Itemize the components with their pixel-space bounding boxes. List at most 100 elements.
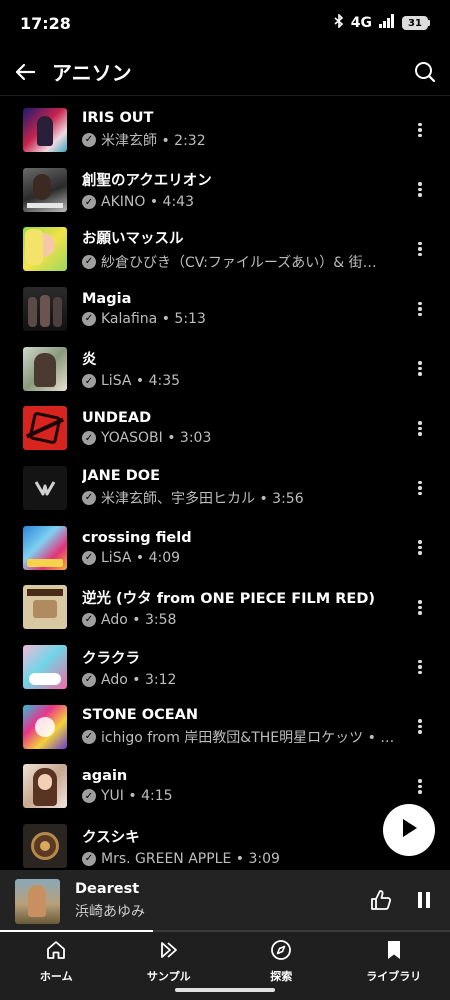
more-options-icon[interactable] [412,299,428,319]
verified-check-icon: ✓ [82,729,96,744]
verified-check-icon: ✓ [82,431,96,446]
home-indicator [175,988,275,992]
status-icons: 4G 31 [334,13,430,32]
track-subtitle: LiSA • 4:35 [101,373,181,390]
nav-label: ホーム [39,970,73,983]
track-row[interactable]: 創聖のアクエリオン ✓ AKINO • 4:43 [0,160,450,220]
album-art [23,107,67,152]
track-subtitle: 米津玄師 • 2:32 [101,132,206,149]
more-options-icon[interactable] [412,717,428,737]
verified-check-icon: ✓ [82,789,96,804]
more-options-icon[interactable] [412,120,428,140]
now-playing-artist: 浜崎あゆみ [75,904,145,920]
nav-label: 探索 [270,970,293,983]
battery-icon: 31 [402,16,430,30]
pause-icon[interactable] [416,891,432,913]
more-options-icon[interactable] [412,597,428,617]
track-row[interactable]: Magia ✓ Kalafina • 5:13 [0,279,450,339]
track-row[interactable]: クラクラ ✓ Ado • 3:12 [0,637,450,697]
samples-icon [158,939,180,965]
nav-label: サンプル [146,970,191,983]
track-title: 炎 [82,352,97,369]
thumbs-up-icon[interactable] [370,889,392,915]
album-art [23,227,67,272]
verified-check-icon: ✓ [82,311,96,326]
track-subtitle: YUI • 4:15 [101,788,173,805]
track-subtitle: AKINO • 4:43 [101,194,194,211]
track-title: UNDEAD [82,410,152,427]
track-subtitle: LiSA • 4:09 [101,549,181,566]
status-time: 17:28 [20,13,71,33]
status-bar: 17:28 4G 31 [0,0,450,46]
verified-check-icon: ✓ [82,195,96,210]
more-options-icon[interactable] [412,239,428,259]
track-row[interactable]: UNDEAD ✓ YOASOBI • 3:03 [0,398,450,458]
track-subtitle: Ado • 3:12 [101,671,177,688]
nav-home[interactable]: ホーム [0,932,113,1000]
track-row[interactable]: お願いマッスル ✓ 紗倉ひびき（CV:ファイルーズあい）& 街… [0,219,450,279]
more-options-icon[interactable] [412,657,428,677]
album-art [23,645,67,690]
track-title: お願いマッスル [82,230,184,247]
track-title: Magia [82,290,132,307]
track-subtitle: 米津玄師、宇多田ヒカル • 3:56 [101,490,304,507]
mini-player[interactable]: Dearest 浜崎あゆみ [0,870,450,932]
album-art [23,167,67,212]
album-art [23,406,67,451]
album-art [23,824,67,869]
nav-label: ライブラリ [366,970,422,983]
page-title: アニソン [52,61,132,85]
verified-check-icon: ✓ [82,490,96,505]
track-title: 逆光 (ウタ from ONE PIECE FILM RED) [82,590,375,607]
track-subtitle: YOASOBI • 3:03 [101,430,212,447]
album-art [23,465,67,510]
signal-icon [379,14,395,32]
back-arrow-icon[interactable] [14,61,36,83]
track-row[interactable]: STONE OCEAN ✓ ichigo from 岸田教団&THE明星ロケッツ … [0,697,450,757]
track-title: STONE OCEAN [82,706,198,723]
track-row[interactable]: IRIS OUT ✓ 米津玄師 • 2:32 [0,100,450,160]
track-title: crossing field [82,529,192,546]
track-row[interactable]: 逆光 (ウタ from ONE PIECE FILM RED) ✓ Ado • 3… [0,578,450,638]
library-icon [383,939,405,965]
verified-check-icon: ✓ [82,132,96,147]
verified-check-icon: ✓ [82,672,96,687]
track-row[interactable]: crossing field ✓ LiSA • 4:09 [0,518,450,578]
track-title: 創聖のアクエリオン [82,173,212,190]
more-options-icon[interactable] [412,418,428,438]
verified-check-icon: ✓ [82,550,96,565]
track-row[interactable]: again ✓ YUI • 4:15 [0,757,450,817]
more-options-icon[interactable] [412,180,428,200]
track-title: クスシキ [82,829,140,846]
verified-check-icon: ✓ [82,374,96,389]
verified-check-icon: ✓ [82,254,96,269]
more-options-icon[interactable] [412,776,428,796]
verified-check-icon: ✓ [82,851,96,866]
track-subtitle: Ado • 3:58 [101,611,177,628]
track-title: again [82,768,128,785]
track-row[interactable]: JANE DOE ✓ 米津玄師、宇多田ヒカル • 3:56 [0,458,450,518]
track-row[interactable]: 炎 ✓ LiSA • 4:35 [0,339,450,399]
track-subtitle: ichigo from 岸田教団&THE明星ロケッツ • … [101,729,395,746]
play-icon [400,818,418,842]
album-art [23,286,67,331]
app-header: アニソン [0,48,450,96]
verified-check-icon: ✓ [82,612,96,627]
album-art [23,764,67,809]
compass-icon [270,939,292,965]
track-title: IRIS OUT [82,109,154,126]
track-title: JANE DOE [82,467,160,484]
more-options-icon[interactable] [412,478,428,498]
network-type: 4G [350,15,372,31]
more-options-icon[interactable] [412,538,428,558]
album-art [23,585,67,630]
now-playing-title: Dearest [75,881,140,897]
home-icon [45,939,67,965]
nav-library[interactable]: ライブラリ [338,932,450,1000]
more-options-icon[interactable] [412,359,428,379]
play-button[interactable] [383,804,435,856]
album-art [23,346,67,391]
track-title: クラクラ [82,650,140,667]
battery-level: 31 [402,16,428,30]
search-icon[interactable] [414,61,436,83]
